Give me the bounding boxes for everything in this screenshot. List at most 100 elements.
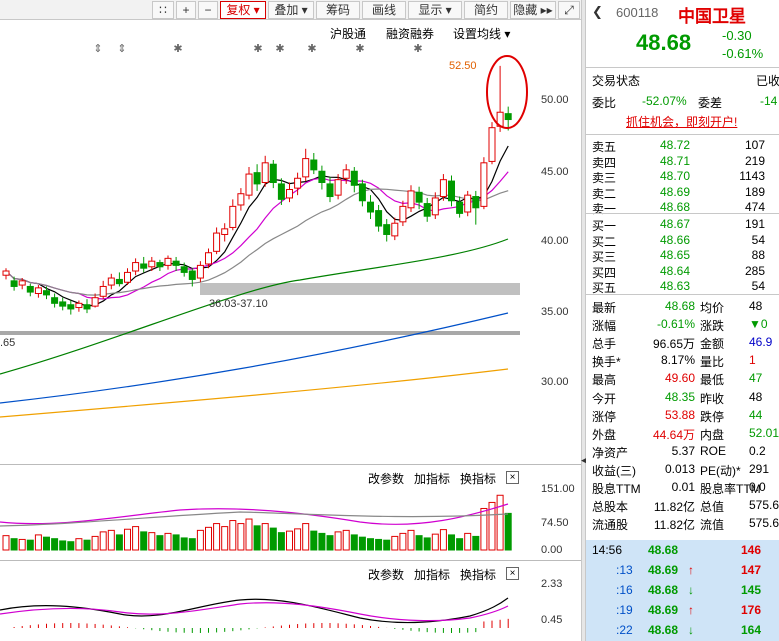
volume-bar — [383, 539, 391, 551]
volume-chart — [0, 494, 512, 551]
buy-level-row[interactable]: 买五 48.63 54 — [586, 277, 779, 295]
book-price: 48.68 — [660, 200, 691, 214]
volume-bar — [407, 529, 415, 551]
event-marker-icon[interactable]: ✱ — [275, 43, 284, 55]
stat-value: 46.9 — [749, 335, 773, 350]
volume-bar — [448, 534, 455, 551]
add-indicator-button[interactable]: 加指标 — [414, 470, 450, 487]
tick-price: 48.69 — [648, 563, 679, 577]
tick-list[interactable]: 14:56 48.68 146:13 48.69 ↑ 147:16 48.68 ↓ 145:19… — [586, 540, 779, 641]
current-price: 48.68 — [636, 30, 692, 55]
stat-value: 291 — [749, 461, 770, 476]
candle-body — [196, 264, 204, 279]
book-price: 48.71 — [660, 153, 691, 168]
book-volume: 1143 — [739, 169, 765, 183]
chart-header: 沪股通 融资融券 设置均线 ▾ — [0, 20, 583, 42]
candle-body — [156, 262, 164, 268]
book-price: 48.65 — [660, 248, 691, 262]
stat-value: 0.01 — [671, 480, 695, 494]
volume-bar — [229, 520, 237, 551]
zoom-in-button[interactable]: + — [176, 1, 196, 19]
stat-row: 收益(三) 0.013 PE(动)* 291 — [586, 460, 779, 478]
overlay-button[interactable]: 叠加 ▾ — [268, 1, 314, 19]
close-icon[interactable]: × — [506, 471, 519, 484]
close-icon[interactable]: × — [506, 567, 519, 580]
candle-body — [310, 159, 318, 171]
book-volume: 54 — [751, 279, 765, 293]
event-marker-icon[interactable]: ✱ — [307, 43, 316, 55]
candle-body — [213, 232, 221, 252]
trade-status-row: 交易状态 已收 — [592, 74, 779, 88]
fullscreen-icon[interactable]: ⤢ — [558, 1, 580, 19]
tick-row[interactable]: :16 48.68 ↓ 145 — [586, 580, 779, 600]
simple-button[interactable]: 简约 — [464, 1, 508, 19]
zoom-out-button[interactable]: − — [198, 1, 218, 19]
candle-body — [253, 172, 261, 185]
candlestick-chart[interactable]: ⇕ ⇕ ✱ ✱ ✱ ✱ ✱ ✱ — [0, 40, 581, 464]
volume-bar — [245, 518, 253, 551]
stat-label: ROE — [700, 443, 727, 458]
candle-body — [164, 257, 172, 266]
candle-body — [326, 183, 334, 198]
event-marker-icon[interactable]: ⇕ — [117, 43, 126, 55]
stat-value: 575.6 — [749, 516, 779, 531]
ma60-line — [0, 312, 509, 404]
volume-bar — [399, 532, 407, 551]
weibi-row: 委比 -52.07% 委差 -14 — [592, 94, 778, 110]
tick-row[interactable]: :19 48.69 ↑ 176 — [586, 600, 779, 620]
volume-bar — [302, 523, 310, 551]
tick-row[interactable]: :22 48.68 ↓ 164 — [586, 620, 779, 640]
promo-link[interactable]: 抓住机会，即刻开户! — [626, 113, 737, 130]
chips-button[interactable]: 筹码 — [316, 1, 360, 19]
vol-y-tick: 74.50 — [541, 517, 569, 529]
candle-body — [172, 260, 180, 266]
stat-value: 11.82亿 — [653, 500, 695, 515]
volume-bar — [83, 539, 91, 551]
volume-bar — [415, 535, 423, 551]
candle-body — [302, 158, 310, 178]
candle-body — [334, 179, 342, 196]
event-marker-icon[interactable]: ✱ — [355, 43, 364, 55]
candle-body — [140, 263, 148, 269]
display-button[interactable]: 显示 ▾ — [408, 1, 462, 19]
book-price: 48.69 — [660, 184, 691, 199]
stat-label: 流值 — [700, 518, 725, 533]
draw-line-button[interactable]: 画线 — [362, 1, 406, 19]
edit-params-button[interactable]: 改参数 — [368, 566, 404, 583]
macd-y-tick: 0.45 — [541, 614, 563, 626]
candle-body — [188, 270, 196, 280]
hide-button[interactable]: 隐藏 ▸▸ — [510, 1, 556, 19]
event-marker-icon[interactable]: ✱ — [253, 43, 262, 55]
menu-icon[interactable]: ∷ — [152, 1, 174, 19]
candle-body — [504, 113, 512, 121]
volume-bar — [196, 529, 204, 551]
volume-bar — [367, 538, 374, 551]
volume-bar — [350, 534, 358, 551]
volume-bar — [472, 535, 480, 551]
event-marker-icon[interactable]: ⇕ — [93, 43, 102, 55]
back-arrow-icon[interactable]: ❮ — [592, 4, 603, 20]
book-volume: 191 — [744, 217, 765, 231]
switch-indicator-button[interactable]: 换指标 — [460, 470, 496, 487]
tick-price: 48.69 — [648, 603, 679, 617]
candle-body — [43, 290, 50, 296]
candle-body — [75, 302, 83, 309]
event-marker-icon[interactable]: ✱ — [413, 43, 422, 55]
candle-body — [342, 169, 350, 179]
tick-row[interactable]: :13 48.69 ↑ 147 — [586, 560, 779, 580]
stat-value: ▼0 — [749, 317, 768, 332]
macd-y-tick: 2.33 — [541, 578, 563, 590]
add-indicator-button[interactable]: 加指标 — [414, 566, 450, 583]
volume-bar — [423, 537, 431, 551]
stat-label: 总手 — [592, 337, 617, 352]
book-volume: 189 — [744, 184, 765, 199]
candle-body — [245, 173, 253, 196]
event-marker-icon[interactable]: ✱ — [173, 43, 182, 55]
edit-params-button[interactable]: 改参数 — [368, 470, 404, 487]
tick-row[interactable]: 14:56 48.68 146 — [586, 540, 779, 560]
volume-bar — [294, 528, 302, 551]
switch-indicator-button[interactable]: 换指标 — [460, 566, 496, 583]
candle-body — [115, 278, 123, 285]
stat-label: 昨收 — [700, 391, 725, 406]
fuquan-button[interactable]: 复权 ▾ — [220, 1, 266, 19]
